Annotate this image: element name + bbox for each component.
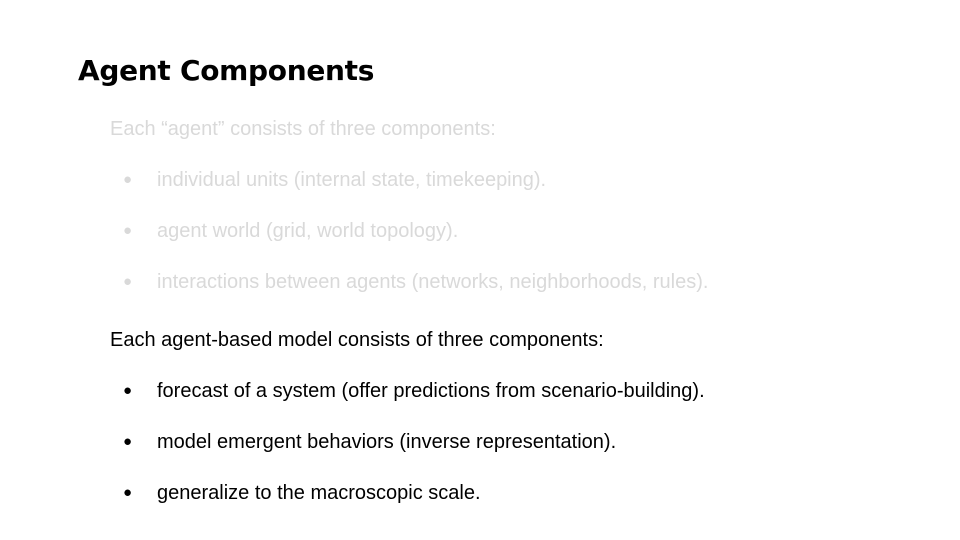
slide-title: Agent Components <box>78 54 375 87</box>
section-intro: Each agent-based model consists of three… <box>110 329 604 351</box>
section-intro: Each “agent” consists of three component… <box>110 118 496 140</box>
bullet-icon: ● <box>123 484 133 501</box>
bullet-icon: ● <box>123 433 133 450</box>
slide: Agent Components Each “agent” consists o… <box>0 0 960 540</box>
list-item: ● generalize to the macroscopic scale. <box>110 481 705 505</box>
list-item: ● forecast of a system (offer prediction… <box>110 379 705 403</box>
list-item: ● interactions between agents (networks,… <box>110 270 708 294</box>
list-item: ● model emergent behaviors (inverse repr… <box>110 430 705 454</box>
list-item-text: agent world (grid, world topology). <box>157 220 459 242</box>
model-components-section: Each agent-based model consists of three… <box>110 328 705 505</box>
list-item-text: forecast of a system (offer predictions … <box>157 380 705 402</box>
bullet-icon: ● <box>123 171 133 188</box>
bullet-list: ● individual units (internal state, time… <box>110 168 708 294</box>
bullet-icon: ● <box>123 222 133 239</box>
list-item-text: interactions between agents (networks, n… <box>157 271 709 293</box>
agent-components-section: Each “agent” consists of three component… <box>110 117 708 294</box>
bullet-list: ● forecast of a system (offer prediction… <box>110 379 705 505</box>
bullet-icon: ● <box>123 382 133 399</box>
list-item-text: individual units (internal state, timeke… <box>157 169 547 191</box>
list-item: ● individual units (internal state, time… <box>110 168 708 192</box>
list-item-text: generalize to the macroscopic scale. <box>157 482 481 504</box>
bullet-icon: ● <box>123 273 133 290</box>
list-item-text: model emergent behaviors (inverse repres… <box>157 431 617 453</box>
list-item: ● agent world (grid, world topology). <box>110 219 708 243</box>
